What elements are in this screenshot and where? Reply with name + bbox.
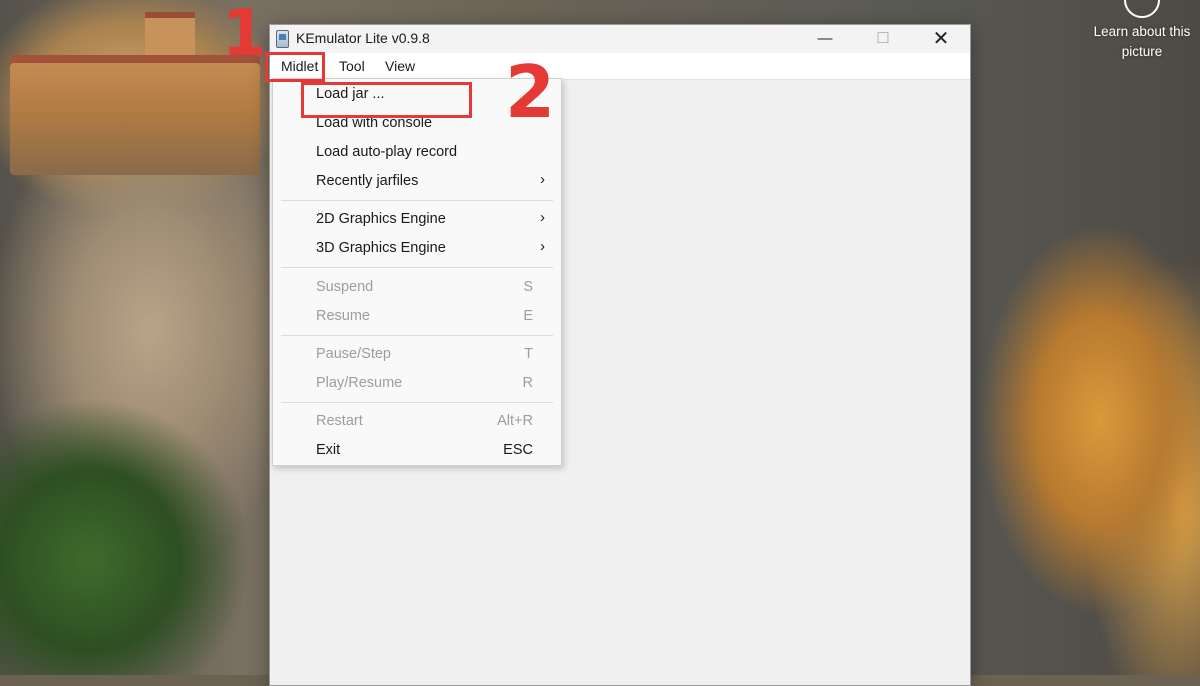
menu-item-label: Recently jarfiles — [316, 173, 419, 189]
menu-item-label: Restart — [316, 413, 363, 429]
step-2-marker: 2 — [505, 50, 556, 134]
menu-item-shortcut: T — [524, 346, 533, 362]
menu-item-recently-jarfiles[interactable]: Recently jarfiles › — [273, 168, 561, 197]
phone-app-icon — [276, 30, 289, 48]
menu-item-pause-step[interactable]: Pause/Step T — [273, 341, 561, 370]
menu-item-label: Play/Resume — [316, 375, 403, 391]
menu-separator — [281, 335, 553, 336]
menu-item-label: Load auto-play record — [316, 144, 458, 160]
menu-item-suspend[interactable]: Suspend S — [273, 274, 561, 303]
menu-item-label: 3D Graphics Engine — [316, 240, 446, 256]
menu-bar: Midlet Tool View — [270, 53, 970, 80]
menu-separator — [281, 267, 553, 268]
menu-item-2d-graphics-engine[interactable]: 2D Graphics Engine › — [273, 206, 561, 235]
title-bar[interactable]: KEmulator Lite v0.9.8 — ☐ ✕ — [270, 25, 970, 53]
menu-item-3d-graphics-engine[interactable]: 3D Graphics Engine › — [273, 235, 561, 264]
menu-item-label: Exit — [316, 442, 341, 458]
menu-item-label: Resume — [316, 308, 370, 324]
window-title: KEmulator Lite v0.9.8 — [296, 30, 430, 46]
chevron-right-icon: › — [540, 238, 545, 255]
menu-item-load-auto-play-record[interactable]: Load auto-play record — [273, 139, 561, 168]
maximize-button[interactable]: ☐ — [854, 25, 912, 53]
minimize-button[interactable]: — — [796, 25, 854, 53]
step-2-highlight-box — [301, 82, 472, 118]
menu-item-label: 2D Graphics Engine — [316, 211, 446, 227]
menu-item-resume[interactable]: Resume E — [273, 303, 561, 332]
menu-item-label: Suspend — [316, 279, 374, 295]
menu-item-shortcut: Alt+R — [497, 413, 533, 429]
menu-item-shortcut: R — [522, 375, 533, 391]
learn-about-picture-link[interactable]: Learn about this picture — [1092, 22, 1192, 62]
menu-tool[interactable]: Tool — [336, 53, 368, 79]
chevron-right-icon: › — [540, 171, 545, 188]
menu-item-label: Pause/Step — [316, 346, 391, 362]
menu-separator — [281, 402, 553, 403]
menu-item-shortcut: S — [523, 279, 533, 295]
menu-view[interactable]: View — [382, 53, 418, 79]
midlet-dropdown-menu: Load jar ... Load with console Load auto… — [272, 78, 562, 466]
step-1-marker: 1 — [222, 0, 267, 71]
menu-separator — [281, 200, 553, 201]
chevron-right-icon: › — [540, 209, 545, 226]
menu-item-shortcut: E — [523, 308, 533, 324]
menu-item-restart[interactable]: Restart Alt+R — [273, 408, 561, 437]
menu-item-exit[interactable]: Exit ESC — [273, 437, 561, 466]
menu-item-play-resume[interactable]: Play/Resume R — [273, 370, 561, 399]
close-button[interactable]: ✕ — [912, 25, 970, 53]
monastery-building — [10, 55, 260, 175]
step-1-highlight-box — [265, 52, 325, 82]
menu-item-shortcut: ESC — [503, 442, 533, 458]
